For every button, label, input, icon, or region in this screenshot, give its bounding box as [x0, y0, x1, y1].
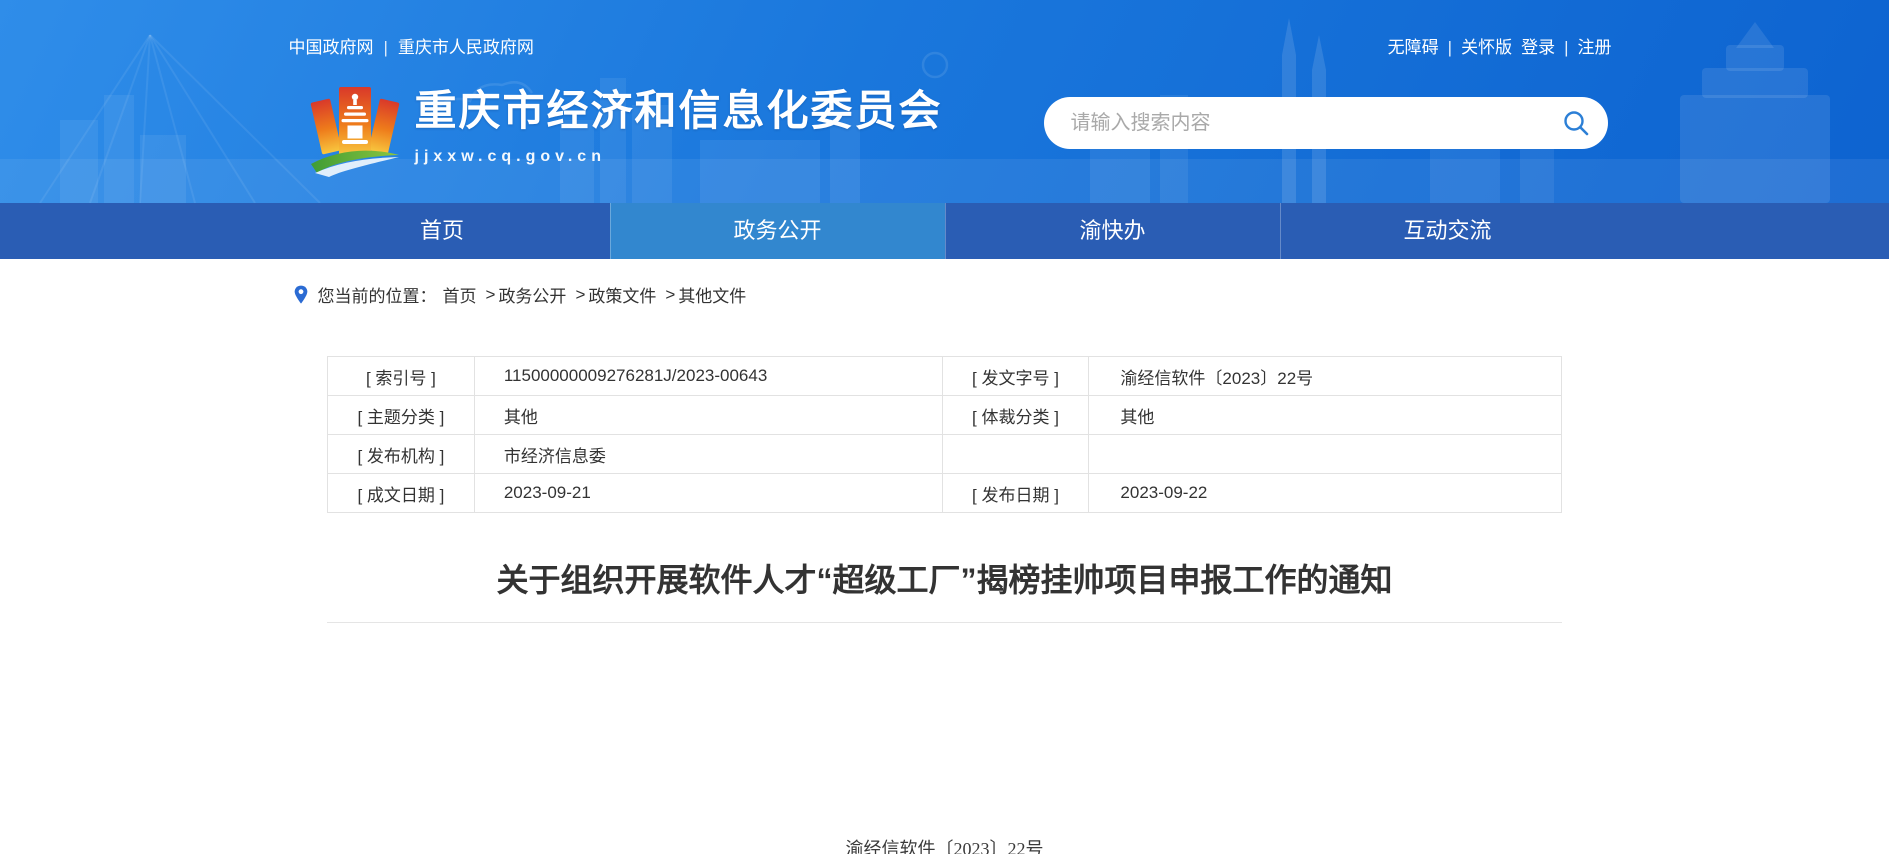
table-row: [ 索引号 ] 11500000009276281J/2023-00643 [ …	[328, 357, 1562, 396]
link-chongqing-gov[interactable]: 重庆市人民政府网	[398, 38, 534, 57]
site-logo[interactable]: 重庆市经济和信息化委员会 jjxxw.cq.gov.cn	[309, 78, 943, 178]
site-domain: jjxxw.cq.gov.cn	[415, 148, 943, 166]
gov-links-separator: |	[384, 38, 388, 57]
genre-category-value: 其他	[1089, 396, 1562, 435]
empty-label	[942, 435, 1089, 474]
tab-home[interactable]: 首页	[275, 203, 610, 259]
issuing-agency-value: 市经济信息委	[474, 435, 942, 474]
location-pin-icon	[293, 284, 309, 306]
tab-gov-affairs[interactable]: 政务公开	[610, 203, 945, 259]
main-nav: 首页 政务公开 渝快办 互动交流	[0, 203, 1889, 259]
written-date-label: [ 成文日期 ]	[328, 474, 475, 513]
breadcrumb-separator: >	[665, 285, 675, 305]
search-box	[1044, 97, 1608, 149]
site-header: 中国政府网 | 重庆市人民政府网 无障碍 | 关怀版登录 | 注册	[0, 0, 1889, 203]
link-china-gov[interactable]: 中国政府网	[289, 38, 374, 57]
care-mode-link[interactable]: 关怀版	[1461, 38, 1512, 57]
login-link[interactable]: 登录	[1521, 38, 1555, 57]
title-divider	[327, 622, 1562, 623]
topic-category-label: [ 主题分类 ]	[328, 396, 475, 435]
site-logo-icon	[309, 78, 401, 178]
breadcrumb-separator: >	[575, 285, 585, 305]
tab-interaction[interactable]: 互动交流	[1280, 203, 1615, 259]
empty-value	[1089, 435, 1562, 474]
search-input[interactable]	[1044, 112, 1562, 135]
main-content: 您当前的位置： 首页 >政务公开 >政策文件 >其他文件 [ 索引号 ] 115…	[0, 282, 1889, 854]
utility-links: 无障碍 | 关怀版登录 | 注册	[1388, 33, 1612, 58]
register-link[interactable]: 注册	[1578, 38, 1612, 57]
doc-info-table: [ 索引号 ] 11500000009276281J/2023-00643 [ …	[327, 356, 1562, 513]
breadcrumb-gov-affairs[interactable]: 政务公开	[498, 282, 566, 307]
search-button[interactable]	[1562, 97, 1608, 149]
doc-symbol-value: 渝经信软件〔2023〕22号	[1089, 357, 1562, 396]
doc-symbol-label: [ 发文字号 ]	[942, 357, 1089, 396]
publish-date-value: 2023-09-22	[1089, 474, 1562, 513]
page-title: 关于组织开展软件人才“超级工厂”揭榜挂帅项目申报工作的通知	[327, 558, 1562, 602]
gov-links: 中国政府网 | 重庆市人民政府网	[289, 33, 534, 58]
tab-yukuaiban[interactable]: 渝快办	[945, 203, 1280, 259]
table-row: [ 发布机构 ] 市经济信息委	[328, 435, 1562, 474]
genre-category-label: [ 体裁分类 ]	[942, 396, 1089, 435]
publish-date-label: [ 发布日期 ]	[942, 474, 1089, 513]
site-title: 重庆市经济和信息化委员会	[415, 90, 943, 132]
breadcrumb-separator: >	[486, 285, 496, 305]
utility-separator: |	[1564, 38, 1568, 57]
index-number-value: 11500000009276281J/2023-00643	[474, 357, 942, 396]
table-row: [ 主题分类 ] 其他 [ 体裁分类 ] 其他	[328, 396, 1562, 435]
breadcrumb: 您当前的位置： 首页 >政务公开 >政策文件 >其他文件	[275, 282, 1615, 307]
issuing-agency-label: [ 发布机构 ]	[328, 435, 475, 474]
breadcrumb-other-files[interactable]: 其他文件	[678, 282, 746, 307]
accessibility-link[interactable]: 无障碍	[1388, 38, 1439, 57]
index-number-label: [ 索引号 ]	[328, 357, 475, 396]
written-date-value: 2023-09-21	[474, 474, 942, 513]
utility-separator: |	[1448, 38, 1452, 57]
breadcrumb-home[interactable]: 首页	[443, 282, 477, 307]
site-identity: 重庆市经济和信息化委员会 jjxxw.cq.gov.cn	[415, 78, 943, 166]
search-icon	[1562, 109, 1590, 137]
topic-category-value: 其他	[474, 396, 942, 435]
breadcrumb-policy-files[interactable]: 政策文件	[588, 282, 656, 307]
doc-number-text: 渝经信软件〔2023〕22号	[0, 835, 1889, 854]
breadcrumb-prefix: 您当前的位置：	[318, 282, 437, 307]
table-row: [ 成文日期 ] 2023-09-21 [ 发布日期 ] 2023-09-22	[328, 474, 1562, 513]
